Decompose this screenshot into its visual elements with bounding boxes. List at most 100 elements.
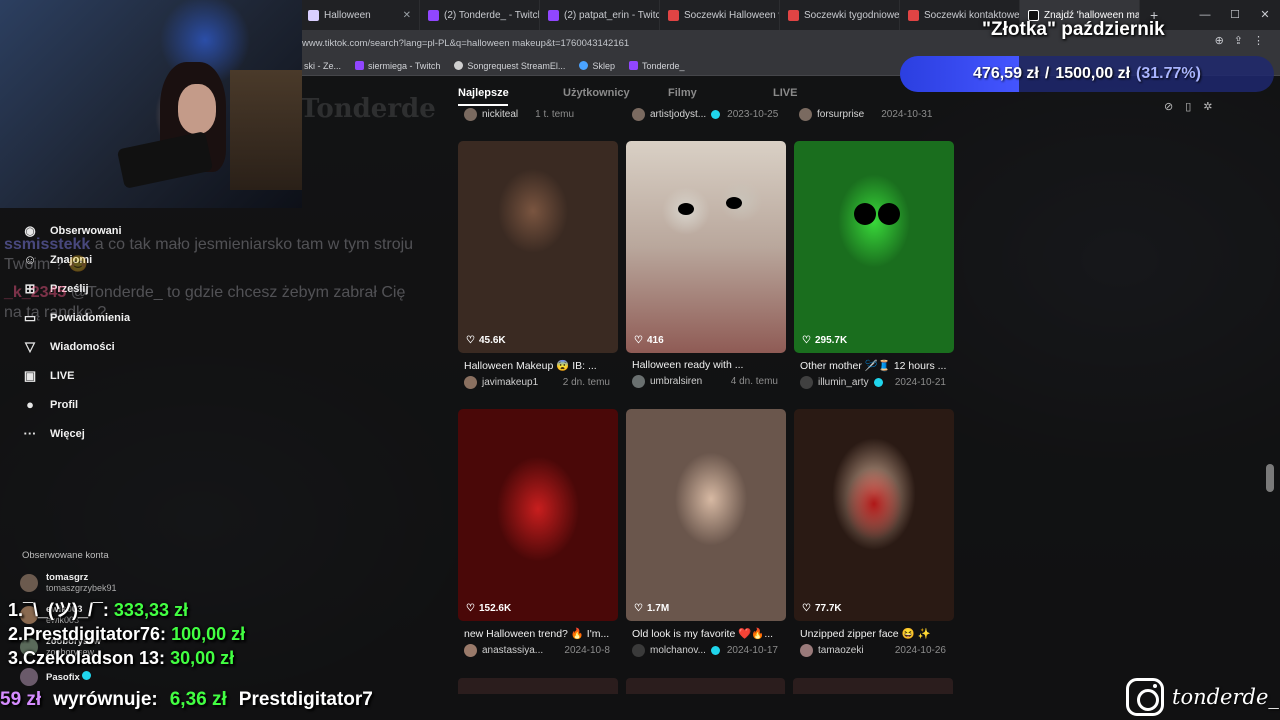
video-meta: illumin_arty 2024-10-21	[794, 376, 954, 389]
tiktok-logo[interactable]: Tonderde	[300, 94, 436, 124]
goal-current: 476,59 zł	[973, 65, 1039, 82]
next-row-preview	[458, 678, 954, 694]
verified-icon	[873, 378, 883, 387]
close-icon[interactable]: ✕	[403, 10, 411, 21]
url-text[interactable]: www.tiktok.com/search?lang=pl-PL&q=hallo…	[302, 38, 629, 49]
verified-icon	[711, 110, 721, 119]
browser-tab[interactable]: (2) Tonderde_ - Twitch✕	[420, 0, 540, 30]
video-author[interactable]: forsurprise 2024-10-31	[799, 108, 932, 121]
browser-tab[interactable]: Soczewki Halloween w✕	[660, 0, 780, 30]
video-thumbnail[interactable]: ♡ 295.7K	[794, 141, 954, 353]
tab-users[interactable]: Użytkownicy	[563, 87, 668, 99]
video-card[interactable]: ♡ 416 Halloween ready with ... umbralsire…	[626, 141, 786, 388]
followed-account[interactable]: tomasgrz tomaszgrzybek91	[20, 572, 117, 594]
avatar[interactable]	[632, 644, 645, 657]
menu-icon[interactable]: ⋮	[1253, 34, 1264, 47]
heart-icon: ♡	[466, 603, 475, 614]
instagram-icon	[1126, 678, 1164, 716]
avatar	[20, 574, 38, 592]
twitch-icon	[428, 9, 439, 21]
brand-name: tonderde_	[1172, 685, 1279, 709]
chat-overlay: ssmisstekk a co tak mało jesmieniarsko t…	[4, 236, 414, 321]
avatar[interactable]	[800, 644, 813, 657]
bookmark[interactable]: Songrequest StreamEl...	[454, 61, 565, 71]
video-card[interactable]: ♡ 45.6K Halloween Makeup 😨 IB: ... javima…	[458, 141, 618, 389]
nav-messages[interactable]: ▽ Wiadomości	[0, 332, 300, 361]
tab-favicon-icon	[308, 9, 319, 21]
maximize-icon[interactable]: ☐	[1220, 0, 1250, 30]
settings-icon[interactable]: ✲	[1203, 100, 1212, 113]
video-card[interactable]: ♡ 1.7M Old look is my favorite ❤️🔥... mol…	[626, 409, 786, 657]
tab-top[interactable]: Najlepsze	[458, 87, 563, 99]
avatar	[799, 108, 812, 121]
video-title[interactable]: Halloween ready with ...	[626, 359, 786, 371]
video-title[interactable]: new Halloween trend? 🔥 I'm...	[458, 627, 618, 640]
bookmark[interactable]: Sklep	[579, 61, 615, 71]
messages-icon: ▽	[25, 338, 35, 354]
followed-account[interactable]: Pasofix	[20, 668, 92, 686]
eye-shape	[854, 203, 876, 225]
avatar[interactable]	[464, 644, 477, 657]
top-donors-list: 1.¯\_(ツ)_/¯: 333,33 zł 2.Prestdigitator7…	[8, 598, 245, 670]
bookmark[interactable]: siermiega - Twitch	[355, 61, 440, 71]
avatar[interactable]	[464, 376, 477, 389]
page-tools: ⊘ ▯ ✲	[1164, 100, 1213, 113]
browser-toolbar: ⊕ ⇪ ⋮	[1215, 34, 1264, 47]
avatar[interactable]	[800, 376, 813, 389]
close-window-icon[interactable]: ✕	[1250, 0, 1280, 30]
video-thumbnail[interactable]: ♡ 152.6K	[458, 409, 618, 621]
tab-videos[interactable]: Filmy	[668, 87, 773, 99]
video-meta: molchanov... 2024-10-17	[626, 644, 786, 657]
compass-icon[interactable]: ⊘	[1164, 100, 1173, 113]
video-thumbnail[interactable]: ♡ 416	[626, 141, 786, 353]
browser-tab[interactable]: Halloween ✕	[300, 0, 420, 30]
verified-icon	[82, 671, 92, 680]
scrollbar-thumb[interactable]	[1266, 464, 1274, 492]
video-meta: tamaozeki 2024-10-26	[794, 644, 954, 657]
extensions-icon[interactable]: ⊕	[1215, 34, 1224, 47]
active-tab-indicator	[458, 104, 508, 106]
video-thumbnail[interactable]: ♡ 45.6K	[458, 141, 618, 353]
video-title[interactable]: Unzipped zipper face 😆 ✨	[794, 627, 954, 640]
goal-separator: /	[1044, 65, 1050, 82]
video-title[interactable]: Old look is my favorite ❤️🔥...	[626, 627, 786, 640]
heart-icon: ♡	[802, 335, 811, 346]
donation-ticker: 59 zł wyrównuje: 6,36 zł Prestdigitator7	[0, 689, 373, 710]
microphone-icon	[116, 131, 214, 189]
device-icon[interactable]: ▯	[1185, 100, 1191, 113]
video-card[interactable]: ♡ 152.6K new Halloween trend? 🔥 I'm... an…	[458, 409, 618, 657]
video-title[interactable]: Halloween Makeup 😨 IB: ...	[458, 359, 618, 372]
goal-title: "Złotka" październik	[982, 19, 1165, 40]
streamelements-icon	[454, 61, 464, 70]
tab-live[interactable]: LIVE	[773, 87, 878, 99]
webcam-feed	[0, 0, 302, 208]
search-tabs: Najlepsze Użytkownicy Filmy LIVE	[458, 87, 878, 99]
share-icon[interactable]: ⇪	[1234, 34, 1243, 47]
nav-live[interactable]: ▣ LIVE	[0, 361, 300, 390]
video-author[interactable]: nickiteal 1 t. temu	[464, 108, 574, 121]
video-thumbnail[interactable]: ♡ 1.7M	[626, 409, 786, 621]
video-card[interactable]: ♡ 295.7K Other mother 🪡🧵 12 hours ... ill…	[794, 141, 954, 389]
bookmark[interactable]: ski - Ze...	[304, 61, 341, 71]
eye-shape	[726, 197, 742, 209]
browser-tab[interactable]: Soczewki tygodniowe✕	[780, 0, 900, 30]
video-thumbnail[interactable]	[458, 678, 618, 694]
avatar[interactable]	[632, 375, 645, 388]
bookmark[interactable]: Tonderde_	[628, 61, 685, 71]
video-author[interactable]: artistjodyst... 2023-10-25	[632, 108, 778, 121]
minimize-icon[interactable]: —	[1190, 0, 1220, 30]
video-thumbnail[interactable]	[625, 678, 786, 694]
nav-profile[interactable]: ● Profil	[0, 390, 300, 419]
nav-more[interactable]: ··· Więcej	[0, 419, 300, 448]
previous-row: nickiteal 1 t. temu artistjodyst... 2023-1…	[462, 108, 962, 124]
video-thumbnail[interactable]	[793, 678, 954, 694]
video-card[interactable]: ♡ 77.7K Unzipped zipper face 😆 ✨ tamaozek…	[794, 409, 954, 657]
video-title[interactable]: Other mother 🪡🧵 12 hours ...	[794, 359, 954, 372]
video-thumbnail[interactable]: ♡ 77.7K	[794, 409, 954, 621]
eye-shape	[878, 203, 900, 225]
shop-icon	[908, 9, 919, 21]
donor-row: 2.Prestdigitator76: 100,00 zł	[8, 624, 246, 644]
goal-target: 1500,00 zł	[1055, 65, 1131, 82]
donor-row: 1.¯\_(ツ)_/¯: 333,33 zł	[8, 600, 188, 620]
browser-tab[interactable]: (2) patpat_erin - Twitch✕	[540, 0, 660, 30]
